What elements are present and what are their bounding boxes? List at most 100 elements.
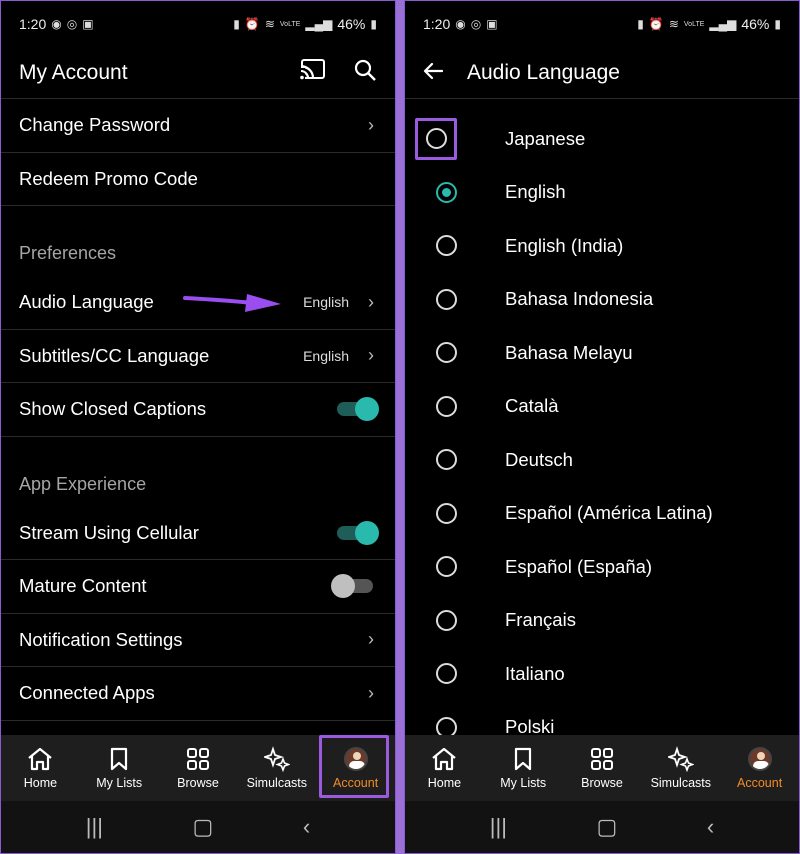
radio-button-selected[interactable] xyxy=(435,181,457,203)
language-option-japanese[interactable]: Japanese xyxy=(405,112,799,166)
radio-button[interactable] xyxy=(425,128,447,150)
language-label: Bahasa Melayu xyxy=(505,341,633,363)
language-label: Français xyxy=(505,609,576,631)
sparkle-icon xyxy=(667,746,694,772)
nav-simulcasts[interactable]: Simulcasts xyxy=(641,735,720,801)
chevron-right-icon: › xyxy=(368,682,374,703)
mature-content-toggle[interactable] xyxy=(331,574,373,599)
row-label: Redeem Promo Code xyxy=(19,167,198,189)
highlight-box xyxy=(415,117,457,160)
instagram-icon: ◎ xyxy=(66,17,78,31)
language-option-bahasa-indonesia[interactable]: Bahasa Indonesia xyxy=(405,273,799,327)
back-icon[interactable]: ‹ xyxy=(303,814,310,840)
radio-button[interactable] xyxy=(435,235,457,257)
language-list: Japanese English English (India) Bahasa … xyxy=(405,99,799,735)
app-bar: My Account xyxy=(1,47,395,99)
instagram-icon: ◎ xyxy=(470,17,482,31)
stream-cellular-toggle[interactable] xyxy=(337,520,379,545)
system-navigation-bar: ||| ▢ ‹ xyxy=(405,801,799,853)
language-option-bahasa-melayu[interactable]: Bahasa Melayu xyxy=(405,326,799,380)
nav-label: Browse xyxy=(581,776,623,790)
app-experience-header: App Experience xyxy=(19,473,147,494)
nav-label: Account xyxy=(737,776,783,790)
row-label: Connected Apps xyxy=(19,682,155,704)
recent-apps-icon[interactable]: ||| xyxy=(86,814,103,840)
wifi-icon: ≋ xyxy=(264,17,275,31)
radio-button[interactable] xyxy=(435,342,457,364)
language-label: Deutsch xyxy=(505,448,573,470)
row-label: Audio Language xyxy=(19,291,154,313)
nav-label: Home xyxy=(427,776,462,790)
sparkle-icon xyxy=(263,746,290,772)
redeem-promo-code-row[interactable]: Redeem Promo Code xyxy=(1,153,395,206)
home-icon xyxy=(431,746,457,772)
audio-language-row[interactable]: Audio Language English › xyxy=(1,276,395,330)
bookmark-icon xyxy=(109,746,129,772)
status-bar: 1:20 ◉ ◎ ▣ ▮ ⏰ ≋ VoLTE ▂▄▆ 46% ▮ xyxy=(1,1,395,47)
grid-icon xyxy=(590,746,614,772)
search-icon[interactable] xyxy=(353,58,377,87)
nav-my-lists[interactable]: My Lists xyxy=(484,735,563,801)
nav-browse[interactable]: Browse xyxy=(563,735,642,801)
nav-my-lists[interactable]: My Lists xyxy=(80,735,159,801)
avatar xyxy=(747,747,772,771)
battery-percent: 46% xyxy=(741,16,770,32)
radio-button[interactable] xyxy=(435,449,457,471)
nav-label: My Lists xyxy=(500,776,547,790)
language-option-espanol-espana[interactable]: Español (España) xyxy=(405,540,799,594)
radio-button[interactable] xyxy=(435,502,457,524)
radio-button[interactable] xyxy=(435,663,457,685)
battery-percent: 46% xyxy=(337,16,366,32)
bookmark-icon xyxy=(513,746,533,772)
row-label: Notification Settings xyxy=(19,628,183,650)
home-icon xyxy=(27,746,53,772)
home-button-icon[interactable]: ▢ xyxy=(193,814,214,840)
audio-language-screen: 1:20 ◉ ◎ ▣ ▮ ⏰ ≋ VoLTE ▂▄▆ 46% ▮ Audio L… xyxy=(404,0,800,854)
audio-language-value: English xyxy=(303,294,349,311)
cast-icon[interactable] xyxy=(299,58,327,87)
app-bar: Audio Language xyxy=(405,47,799,99)
recent-apps-icon[interactable]: ||| xyxy=(490,814,507,840)
language-option-english-india[interactable]: English (India) xyxy=(405,219,799,273)
subtitles-language-row[interactable]: Subtitles/CC Language English › xyxy=(1,330,395,383)
connected-apps-row[interactable]: Connected Apps › xyxy=(1,667,395,721)
language-option-catala[interactable]: Català xyxy=(405,380,799,434)
nav-home[interactable]: Home xyxy=(405,735,484,801)
language-label: Polski xyxy=(505,716,555,735)
nav-home[interactable]: Home xyxy=(1,735,80,801)
language-label: Japanese xyxy=(505,127,586,149)
home-button-icon[interactable]: ▢ xyxy=(597,814,618,840)
alarm-icon: ⏰ xyxy=(648,17,664,31)
back-icon[interactable]: ‹ xyxy=(707,814,714,840)
radio-button[interactable] xyxy=(435,395,457,417)
radio-button[interactable] xyxy=(435,609,457,631)
radio-button[interactable] xyxy=(435,556,457,578)
language-option-francais[interactable]: Français xyxy=(405,594,799,648)
language-label: Català xyxy=(505,395,559,417)
language-option-deutsch[interactable]: Deutsch xyxy=(405,433,799,487)
language-label: English xyxy=(505,181,566,203)
closed-captions-toggle[interactable] xyxy=(337,397,379,422)
stream-using-cellular-row: Stream Using Cellular xyxy=(1,507,395,560)
radio-button[interactable] xyxy=(435,288,457,310)
show-closed-captions-row: Show Closed Captions xyxy=(1,383,395,437)
alarm-icon: ⏰ xyxy=(244,17,260,31)
radio-button[interactable] xyxy=(435,716,457,735)
back-arrow-icon[interactable] xyxy=(423,61,444,85)
nav-account[interactable]: Account xyxy=(316,735,395,801)
volte-icon: VoLTE xyxy=(683,20,705,28)
language-option-italiano[interactable]: Italiano xyxy=(405,647,799,701)
language-option-espanol-latam[interactable]: Español (América Latina) xyxy=(405,487,799,541)
language-option-english[interactable]: English xyxy=(405,166,799,220)
row-label: Subtitles/CC Language xyxy=(19,344,210,366)
bottom-navigation: Home My Lists Browse Simulcasts Account xyxy=(1,735,395,801)
chevron-right-icon: › xyxy=(368,345,374,366)
nav-browse[interactable]: Browse xyxy=(159,735,238,801)
page-title: My Account xyxy=(19,60,128,84)
gallery-icon: ▣ xyxy=(82,17,94,31)
nav-account[interactable]: Account xyxy=(720,735,799,801)
language-option-polski[interactable]: Polski xyxy=(405,701,799,735)
nav-simulcasts[interactable]: Simulcasts xyxy=(237,735,316,801)
notification-settings-row[interactable]: Notification Settings › xyxy=(1,614,395,667)
change-password-row[interactable]: Change Password › xyxy=(1,99,395,153)
